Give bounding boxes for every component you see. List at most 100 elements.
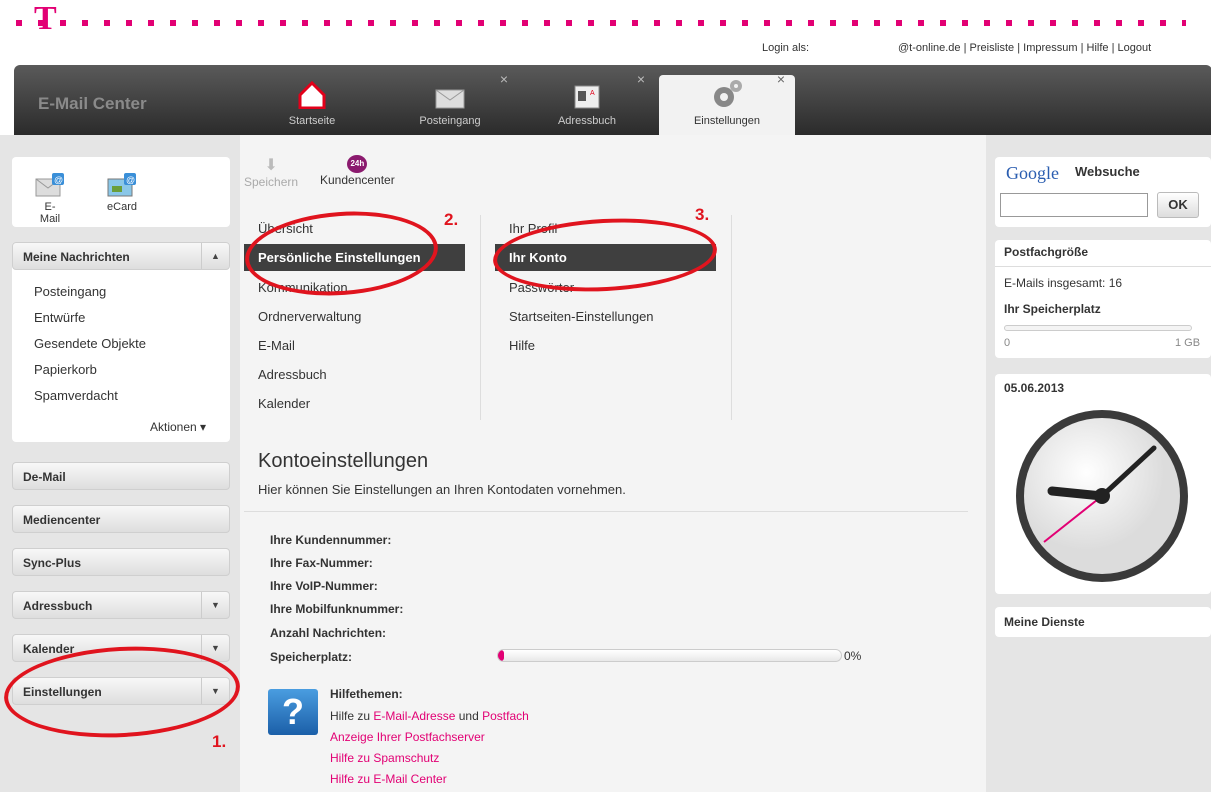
menu-adressbuch[interactable]: Adressbuch [258,367,327,382]
menu-email[interactable]: E-Mail [258,338,295,353]
section-label: Sync-Plus [23,556,82,570]
help-line-1: Hilfe zu E-Mail-Adresse und Postfach [330,709,529,723]
annotation-number-1: 1. [212,732,227,751]
app-title: E-Mail Center [38,94,147,113]
section-adressbuch[interactable]: Adressbuch ▼ [12,591,230,619]
save-label: Speichern [244,175,299,189]
email-label: E-Mail [39,201,61,225]
collapse-icon[interactable]: ▲ [201,243,229,269]
link-email-center-hilfe[interactable]: Hilfe zu E-Mail Center [330,772,447,786]
download-icon: ⬇ [264,157,278,174]
google-search-button[interactable]: OK [1157,192,1199,218]
login-label: Login als: [762,42,810,54]
actions-label: Aktionen [150,420,197,434]
tab-posteingang[interactable]: Posteingang × [382,71,518,135]
help-title: Hilfethemen: [330,687,403,701]
section-label: Mediencenter [23,513,101,527]
close-icon[interactable]: × [637,71,645,87]
tab-startseite[interactable]: Startseite [244,75,380,135]
tab-label: Einstellungen [693,115,761,127]
link-hilfe[interactable]: Hilfe [1087,42,1109,54]
home-icon [298,81,326,109]
storage-min: 0 [1004,337,1011,349]
link-preisliste[interactable]: Preisliste [970,42,1015,54]
storage-progress-bar [497,649,842,662]
help-icon: ? [268,689,318,735]
clock-date: 05.06.2013 [1004,381,1065,395]
folder-entwuerfe[interactable]: Entwürfe [34,310,85,325]
menu-startseiten-einstellungen[interactable]: Startseiten-Einstellungen [509,309,654,324]
tab-einstellungen[interactable]: Einstellungen × [659,71,795,135]
ecard-icon: @ [107,173,136,197]
account-name: @t-online.de [898,42,961,54]
divider [995,266,1211,267]
section-label: Adressbuch [23,599,93,613]
new-email-button[interactable]: @ E-Mail [35,172,65,225]
kundencenter-icon: 24h [347,155,368,173]
section-mediencenter[interactable]: Mediencenter [12,505,230,533]
tab-label: Posteingang [419,115,481,127]
google-label: Websuche [1075,164,1140,179]
tab-adressbuch[interactable]: A Adressbuch × [519,71,655,135]
svg-text:@: @ [126,175,135,185]
chevron-down-icon: ▾ [200,420,207,434]
tab-label: Adressbuch [557,115,617,127]
svg-text:@: @ [54,175,63,185]
section-label: De-Mail [23,470,66,484]
close-icon[interactable]: × [500,71,508,87]
menu-hilfe[interactable]: Hilfe [509,338,535,353]
folder-gesendet[interactable]: Gesendete Objekte [34,336,146,351]
gear-icon [714,80,742,107]
folder-posteingang[interactable]: Posteingang [34,284,106,299]
storage-max: 1 GB [1175,337,1201,349]
mailbox-storage-bar [1004,325,1192,331]
actions-menu[interactable]: Aktionen ▾ [150,420,206,434]
page-description: Hier können Sie Einstellungen an Ihren K… [258,482,626,497]
chevron-down-icon[interactable]: ▼ [201,592,229,618]
label-speicherplatz: Speicherplatz: [270,650,353,664]
link-spamschutz[interactable]: Hilfe zu Spamschutz [330,751,439,765]
label-kundennummer: Ihre Kundennummer: [270,533,392,547]
kundencenter-button[interactable]: 24h Kundencenter [320,155,395,187]
label-anzahl-nachrichten: Anzahl Nachrichten: [270,626,387,640]
section-sync-plus[interactable]: Sync-Plus [12,548,230,576]
label-mobilfunk: Ihre Mobilfunknummer: [270,602,404,616]
services-title[interactable]: Meine Dienste [1004,615,1085,629]
link-impressum[interactable]: Impressum [1023,42,1077,54]
close-icon[interactable]: × [777,71,785,87]
storage-progress-fill [498,650,504,661]
menu-divider [731,215,732,420]
menu-ordnerverwaltung[interactable]: Ordnerverwaltung [258,309,361,324]
svg-text:A: A [590,90,595,97]
storage-percent: 0% [844,649,862,663]
email-count: E-Mails insgesamt: 16 [1004,276,1123,290]
brand-dotted-line [16,20,1186,26]
menu-kalender[interactable]: Kalender [258,396,310,411]
new-ecard-button[interactable]: @ eCard [105,172,139,213]
tab-label: Startseite [288,115,336,127]
folder-papierkorb[interactable]: Papierkorb [34,362,97,377]
help-text: Hilfe zu [330,709,374,723]
addressbook-icon: A [574,85,600,109]
annotation-number-3: 3. [695,205,710,224]
email-icon: @ [35,173,64,197]
link-postfachserver[interactable]: Anzeige Ihrer Postfachserver [330,730,485,744]
storage-title: Ihr Speicherplatz [1004,302,1101,316]
page-title: Kontoeinstellungen [258,450,429,472]
google-search-input[interactable] [1000,193,1148,217]
link-postfach[interactable]: Postfach [482,709,529,723]
link-logout[interactable]: Logout [1118,42,1152,54]
annotation-number-2: 2. [444,210,459,229]
messages-title: Meine Nachrichten [23,250,130,264]
section-de-mail[interactable]: De-Mail [12,462,230,490]
kundencenter-label: Kundencenter [320,173,395,187]
top-links: @t-online.de | Preisliste | Impressum | … [898,42,1152,54]
google-logo: Google [1006,163,1059,183]
messages-header[interactable]: Meine Nachrichten ▲ [12,242,230,270]
folder-spamverdacht[interactable]: Spamverdacht [34,388,118,403]
save-button[interactable]: ⬇ Speichern [244,155,298,189]
telekom-logo[interactable]: T [34,2,57,36]
mailbox-size-title: Postfachgröße [1004,245,1089,259]
analog-clock [1016,410,1188,582]
link-email-adresse[interactable]: E-Mail-Adresse [373,709,455,723]
